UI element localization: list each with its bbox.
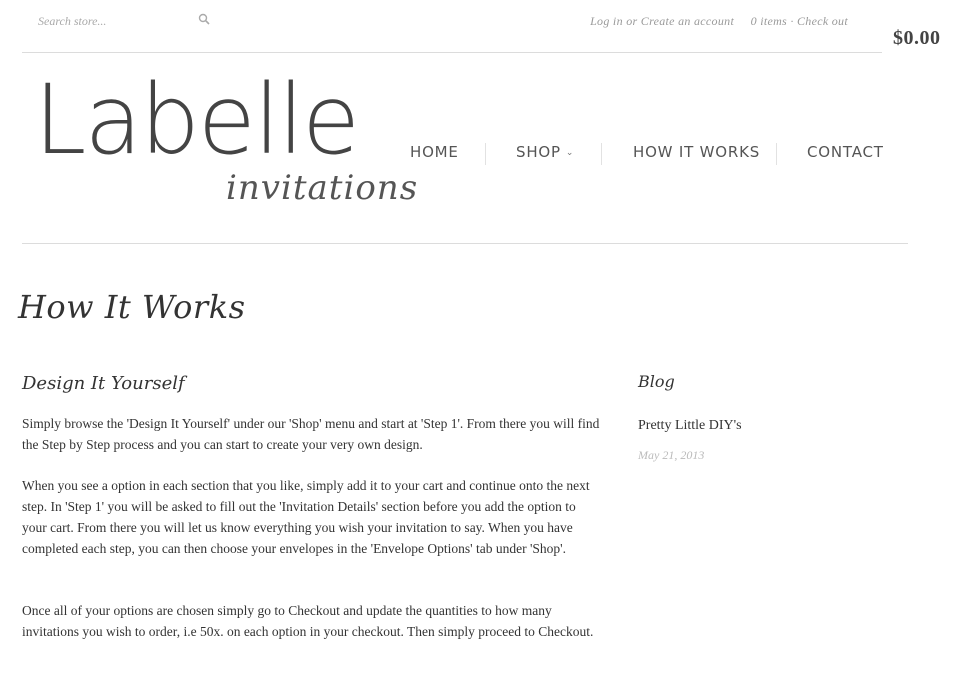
search-form [38,12,210,30]
cart-total[interactable]: $0.00 [893,27,941,50]
page-title: How It Works [18,288,246,326]
checkout-link[interactable]: Check out [797,14,848,28]
top-bar: Log in or Create an account 0 items · Ch… [22,0,882,53]
nav-home[interactable]: HOME [410,143,459,161]
nav-shop[interactable]: SHOP ⌄ [516,143,574,161]
nav-shop-label: SHOP [516,143,561,161]
nav-contact[interactable]: CONTACT [807,143,884,161]
login-link[interactable]: Log in [590,14,623,28]
paragraph: Simply browse the 'Design It Yourself' u… [22,416,600,452]
paragraph: When you see a option in each section th… [22,478,590,556]
search-input[interactable] [38,14,178,29]
or-text: or [626,14,638,28]
chevron-down-icon: ⌄ [565,148,575,158]
create-account-link[interactable]: Create an account [641,14,734,28]
nav-divider [601,143,602,165]
blog-post-link[interactable]: Pretty Little DIY's [638,418,742,434]
blog-post-date: May 21, 2013 [638,448,705,462]
logo-sub-text: invitations [226,168,419,208]
separator-dot: · [790,14,794,28]
nav-divider [776,143,777,165]
search-icon[interactable] [198,13,210,25]
header-divider [22,243,908,244]
account-links: Log in or Create an account 0 items · Ch… [590,14,848,29]
cart-items-link[interactable]: 0 items [751,14,787,28]
logo-main-text: Labelle [34,64,360,176]
paragraph: Once all of your options are chosen simp… [22,603,594,639]
nav-divider [485,143,486,165]
nav-how-it-works[interactable]: HOW IT WORKS [633,143,760,161]
site-logo[interactable]: Labelle invitations [34,72,417,218]
sidebar-title: Blog [638,372,675,391]
section-title: Design It Yourself [22,373,185,394]
